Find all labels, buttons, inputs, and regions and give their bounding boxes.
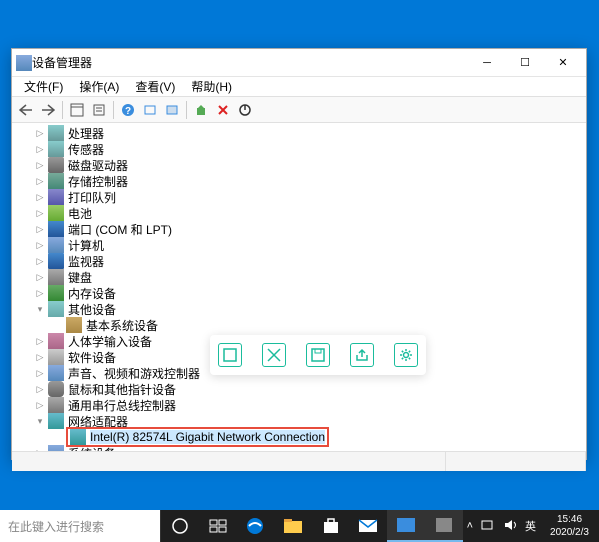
tree-node-print-queue[interactable]: ▷打印队列 xyxy=(14,189,584,205)
sensor-icon xyxy=(48,141,64,157)
screenshot-toolbar xyxy=(210,335,426,375)
system-devices-icon xyxy=(48,445,64,451)
tree-node-memory[interactable]: ▷内存设备 xyxy=(14,285,584,301)
tree-node-ports[interactable]: ▷端口 (COM 和 LPT) xyxy=(14,221,584,237)
file-explorer-button[interactable] xyxy=(274,510,312,542)
system-tray: ˄ 英 15:46 2020/2/3 xyxy=(463,510,599,542)
tray-overflow-icon[interactable]: ˄ xyxy=(467,520,473,532)
expander-collapse-icon[interactable]: ▾ xyxy=(34,303,46,315)
help-button[interactable]: ? xyxy=(118,100,138,120)
uninstall-button[interactable] xyxy=(213,100,233,120)
toolbar: ? xyxy=(12,97,586,123)
show-hide-button[interactable] xyxy=(67,100,87,120)
tree-node-base-system-device[interactable]: ·基本系统设备 xyxy=(14,317,584,333)
expander-collapse-icon[interactable]: ▾ xyxy=(34,415,46,427)
properties-button[interactable] xyxy=(89,100,109,120)
storage-icon xyxy=(48,173,64,189)
tree-node-processor[interactable]: ▷处理器 xyxy=(14,125,584,141)
action-button[interactable] xyxy=(162,100,182,120)
disk-icon xyxy=(48,157,64,173)
monitor-icon xyxy=(48,253,64,269)
software-icon xyxy=(48,349,64,365)
scan-button[interactable] xyxy=(140,100,160,120)
store-button[interactable] xyxy=(312,510,350,542)
menubar: 文件(F) 操作(A) 查看(V) 帮助(H) xyxy=(12,77,586,97)
tree-node-intel-82574l[interactable]: ·Intel(R) 82574L Gigabit Network Connect… xyxy=(14,429,584,445)
maximize-button[interactable]: ☐ xyxy=(506,50,544,76)
warning-device-icon xyxy=(66,317,82,333)
close-button[interactable]: ✕ xyxy=(544,50,582,76)
tree-node-monitors[interactable]: ▷监视器 xyxy=(14,253,584,269)
sound-icon xyxy=(48,365,64,381)
cortana-button[interactable] xyxy=(161,510,199,542)
clock[interactable]: 15:46 2020/2/3 xyxy=(544,513,595,539)
tree-node-computer[interactable]: ▷计算机 xyxy=(14,237,584,253)
edge-button[interactable] xyxy=(236,510,274,542)
back-button[interactable] xyxy=(16,100,36,120)
battery-icon xyxy=(48,205,64,221)
taskbar: 在此键入进行搜索 ˄ 英 15:46 2020/2/3 xyxy=(0,510,599,542)
forward-button[interactable] xyxy=(38,100,58,120)
device-manager-icon xyxy=(16,55,32,71)
svg-text:?: ? xyxy=(125,106,131,117)
printer-icon xyxy=(48,189,64,205)
other-devices-icon xyxy=(48,301,64,317)
fullscreen-button[interactable] xyxy=(262,343,286,367)
update-driver-button[interactable] xyxy=(191,100,211,120)
tree-node-other-devices[interactable]: ▾其他设备 xyxy=(14,301,584,317)
menu-help[interactable]: 帮助(H) xyxy=(183,76,240,97)
tree-node-storage[interactable]: ▷存储控制器 xyxy=(14,173,584,189)
clock-date: 2020/2/3 xyxy=(550,526,589,539)
save-button[interactable] xyxy=(306,343,330,367)
task-view-button[interactable] xyxy=(199,510,237,542)
computer-icon xyxy=(48,237,64,253)
tree-node-disk[interactable]: ▷磁盘驱动器 xyxy=(14,157,584,173)
statusbar xyxy=(12,451,586,471)
capture-rect-button[interactable] xyxy=(218,343,242,367)
volume-tray-icon[interactable] xyxy=(503,519,517,534)
cpu-icon xyxy=(48,125,64,141)
clock-time: 15:46 xyxy=(550,513,589,526)
network-card-icon xyxy=(70,429,86,445)
memory-icon xyxy=(48,285,64,301)
network-adapter-icon xyxy=(48,413,64,429)
settings-button[interactable] xyxy=(394,343,418,367)
ime-indicator[interactable]: 英 xyxy=(525,518,536,534)
window-title: 设备管理器 xyxy=(32,54,468,71)
menu-view[interactable]: 查看(V) xyxy=(127,76,183,97)
device-tree[interactable]: ▷处理器 ▷传感器 ▷磁盘驱动器 ▷存储控制器 ▷打印队列 ▷电池 ▷端口 (C… xyxy=(12,123,586,451)
share-button[interactable] xyxy=(350,343,374,367)
menu-action[interactable]: 操作(A) xyxy=(71,76,127,97)
tree-node-sensor[interactable]: ▷传感器 xyxy=(14,141,584,157)
minimize-button[interactable]: ─ xyxy=(468,50,506,76)
titlebar[interactable]: 设备管理器 ─ ☐ ✕ xyxy=(12,49,586,77)
app-button-2[interactable] xyxy=(425,510,463,542)
mouse-icon xyxy=(48,381,64,397)
app-button-1[interactable] xyxy=(387,510,425,542)
mail-button[interactable] xyxy=(349,510,387,542)
network-tray-icon[interactable] xyxy=(481,519,495,534)
tree-node-battery[interactable]: ▷电池 xyxy=(14,205,584,221)
device-manager-window: 设备管理器 ─ ☐ ✕ 文件(F) 操作(A) 查看(V) 帮助(H) ? xyxy=(11,48,587,460)
menu-file[interactable]: 文件(F) xyxy=(16,76,71,97)
disable-button[interactable] xyxy=(235,100,255,120)
search-placeholder: 在此键入进行搜索 xyxy=(8,518,104,535)
hid-icon xyxy=(48,333,64,349)
usb-icon xyxy=(48,397,64,413)
tree-node-mice[interactable]: ▷鼠标和其他指针设备 xyxy=(14,381,584,397)
port-icon xyxy=(48,221,64,237)
keyboard-icon xyxy=(48,269,64,285)
tree-node-keyboards[interactable]: ▷键盘 xyxy=(14,269,584,285)
tree-node-usb[interactable]: ▷通用串行总线控制器 xyxy=(14,397,584,413)
search-box[interactable]: 在此键入进行搜索 xyxy=(0,510,161,542)
